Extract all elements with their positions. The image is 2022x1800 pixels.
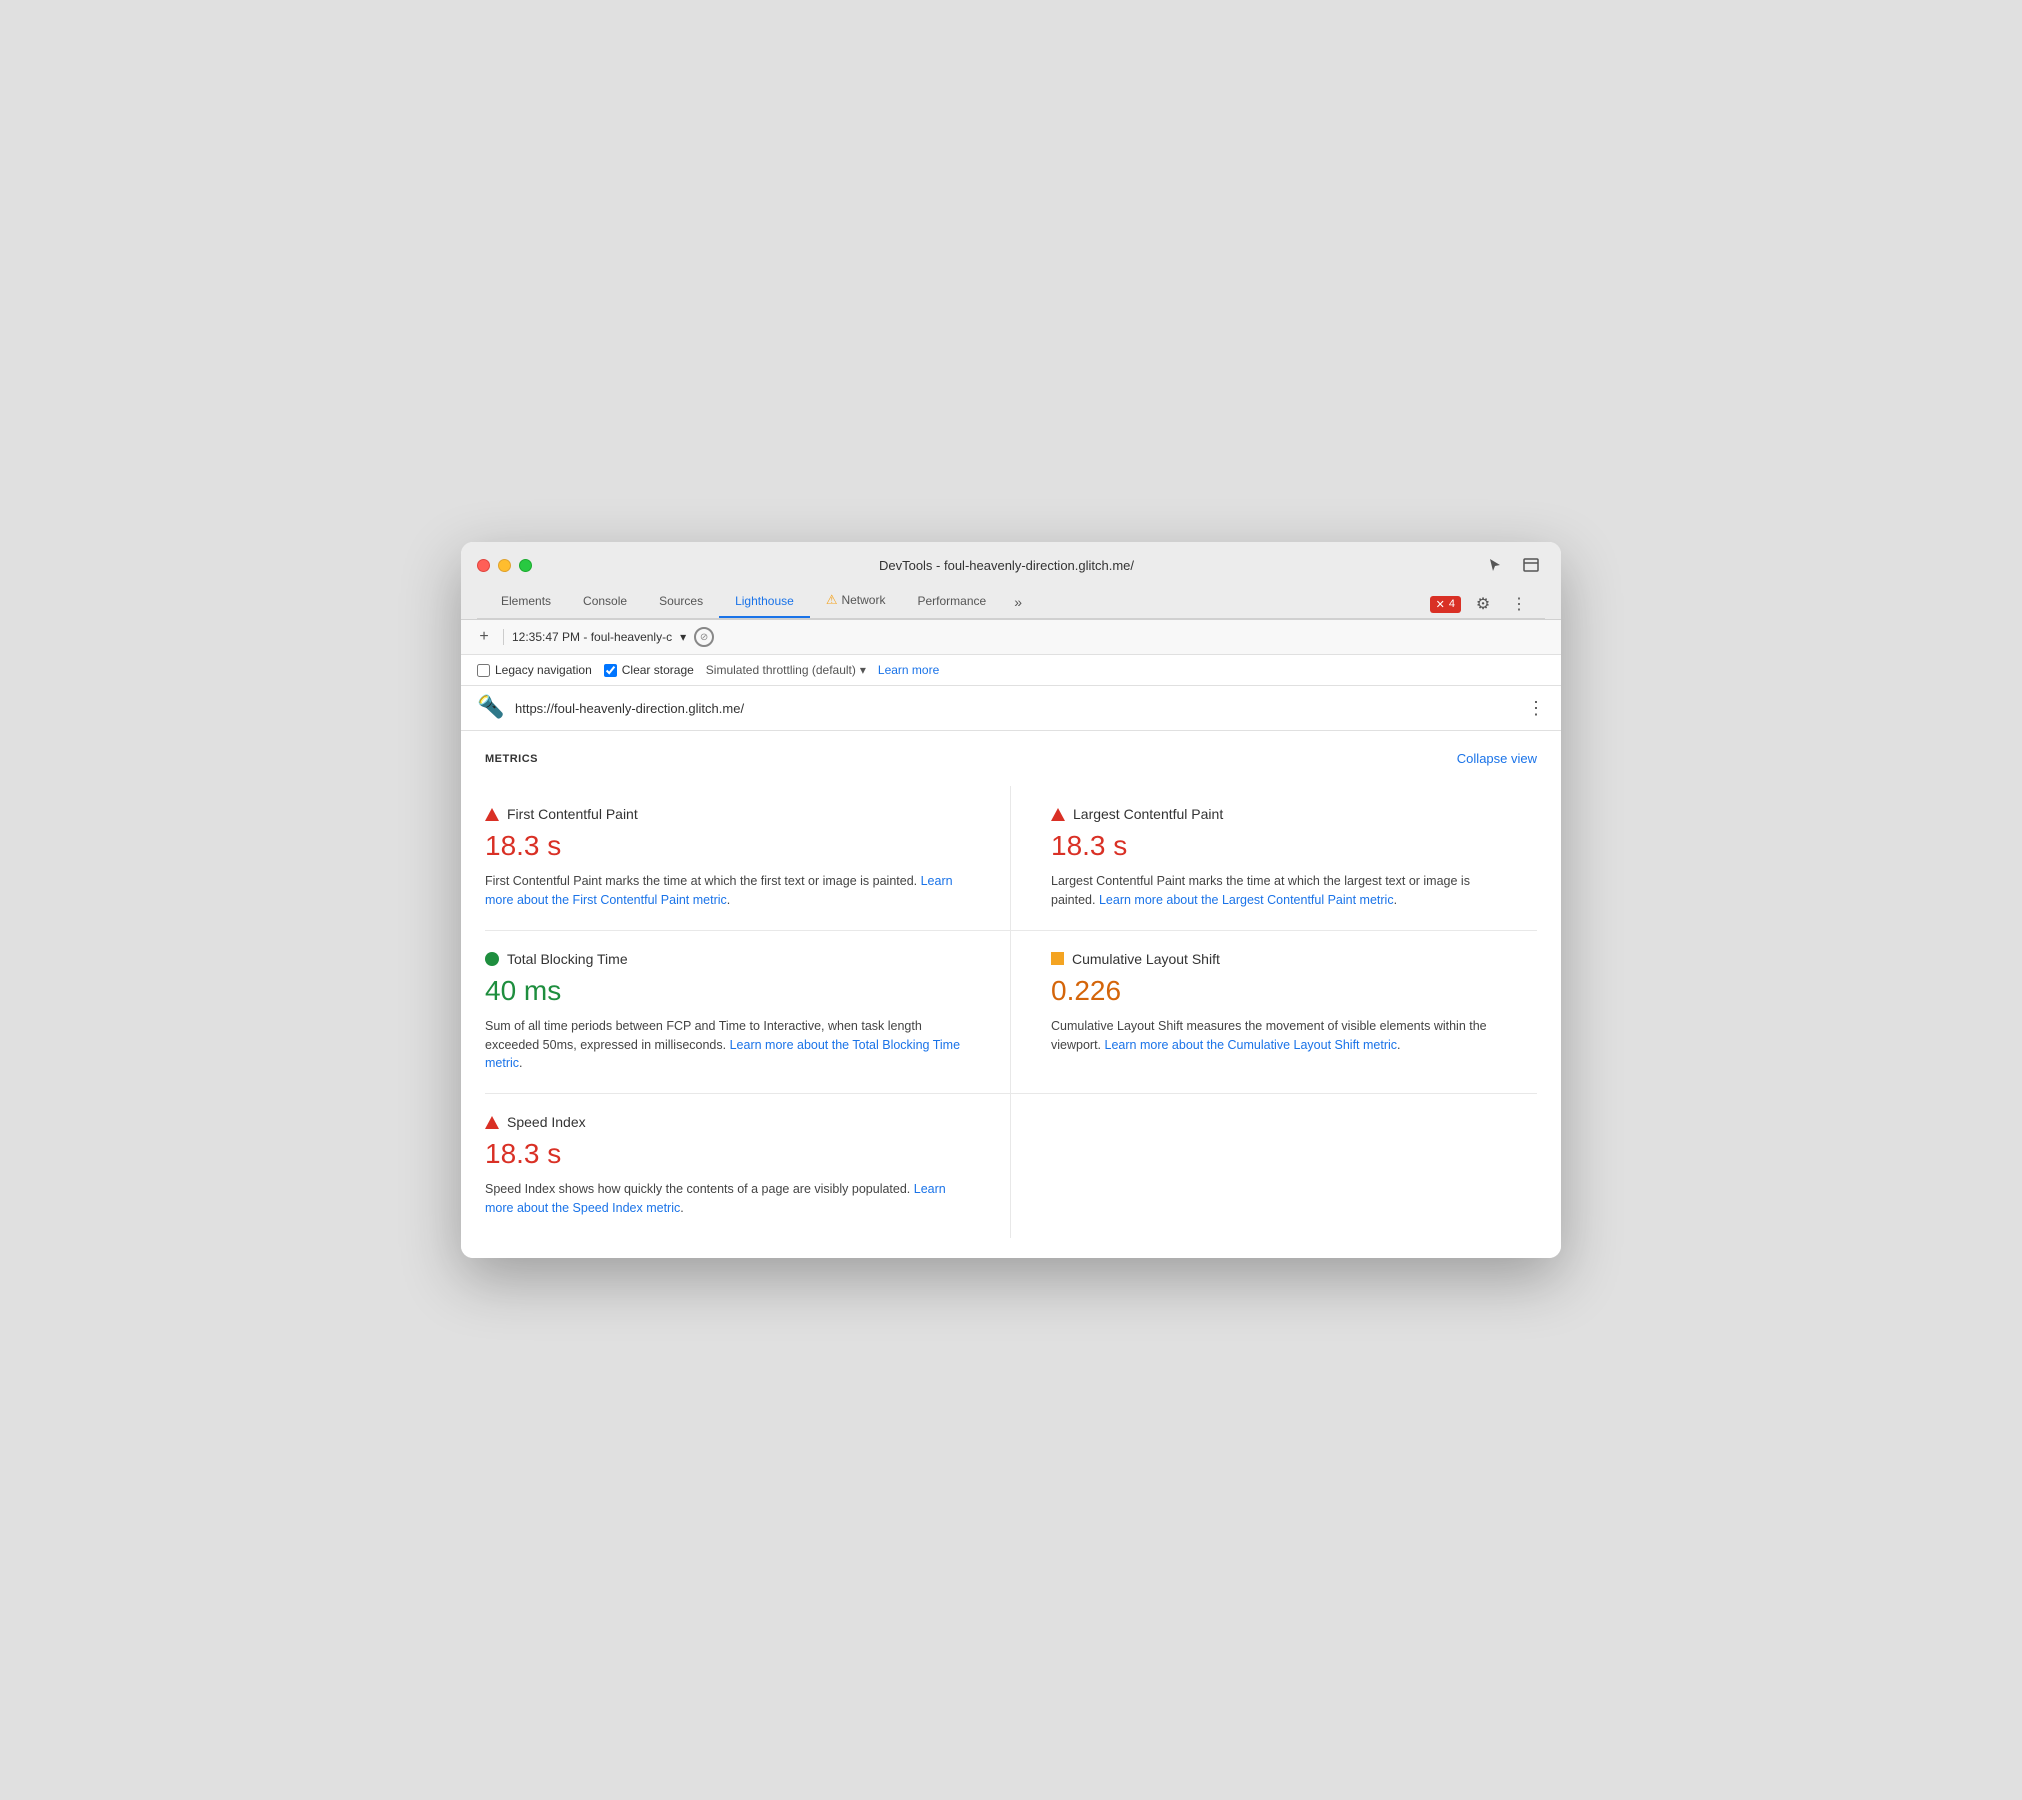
fcp-value: 18.3 s xyxy=(485,830,970,862)
collapse-view-button[interactable]: Collapse view xyxy=(1457,751,1537,766)
url-bar: 🔦 https://foul-heavenly-direction.glitch… xyxy=(461,686,1561,731)
title-bar-icons xyxy=(1481,554,1545,576)
title-bar: DevTools - foul-heavenly-direction.glitc… xyxy=(461,542,1561,620)
clear-storage-label: Clear storage xyxy=(622,663,694,677)
devtools-window: DevTools - foul-heavenly-direction.glitc… xyxy=(461,542,1561,1257)
traffic-lights xyxy=(477,559,532,572)
metric-si: Speed Index 18.3 s Speed Index shows how… xyxy=(485,1094,1011,1238)
lcp-indicator-icon xyxy=(1051,808,1065,821)
nav-tabs: Elements Console Sources Lighthouse ⚠ Ne… xyxy=(477,584,1545,619)
toolbar: + 12:35:47 PM - foul-heavenly-c ▾ ⊘ xyxy=(461,620,1561,655)
metrics-title: METRICS xyxy=(485,753,538,765)
metric-si-header: Speed Index xyxy=(485,1114,970,1130)
block-icon: ⊘ xyxy=(700,632,708,643)
dropdown-arrow: ▾ xyxy=(680,630,686,644)
error-icon: ✕ xyxy=(1436,598,1445,611)
tbt-name: Total Blocking Time xyxy=(507,951,628,967)
legacy-nav-label: Legacy navigation xyxy=(495,663,592,677)
tbt-description: Sum of all time periods between FCP and … xyxy=(485,1017,970,1073)
add-tab-button[interactable]: + xyxy=(473,626,495,648)
tab-network[interactable]: ⚠ Network xyxy=(810,584,902,618)
learn-more-link[interactable]: Learn more xyxy=(878,663,939,677)
metric-lcp: Largest Contentful Paint 18.3 s Largest … xyxy=(1011,786,1537,931)
lcp-name: Largest Contentful Paint xyxy=(1073,806,1223,822)
lighthouse-logo-icon: 🔦 xyxy=(477,694,505,722)
metric-empty xyxy=(1011,1094,1537,1238)
metric-cls: Cumulative Layout Shift 0.226 Cumulative… xyxy=(1011,931,1537,1094)
tab-console[interactable]: Console xyxy=(567,586,643,618)
separator xyxy=(503,629,504,645)
maximize-button[interactable] xyxy=(519,559,532,572)
throttle-dropdown-icon: ▾ xyxy=(860,663,866,677)
url-dropdown[interactable]: ▾ xyxy=(680,630,686,644)
tbt-value: 40 ms xyxy=(485,975,970,1007)
block-button[interactable]: ⊘ xyxy=(694,627,714,647)
lcp-value: 18.3 s xyxy=(1051,830,1513,862)
clear-storage-input[interactable] xyxy=(604,664,617,677)
cursor-icon[interactable] xyxy=(1481,554,1509,576)
throttle-label: Simulated throttling (default) xyxy=(706,663,856,677)
nav-more-button[interactable]: » xyxy=(1002,586,1034,618)
metrics-header: METRICS Collapse view xyxy=(485,751,1537,766)
main-content: METRICS Collapse view First Contentful P… xyxy=(461,731,1561,1257)
legacy-nav-input[interactable] xyxy=(477,664,490,677)
metric-fcp-header: First Contentful Paint xyxy=(485,806,970,822)
cls-description: Cumulative Layout Shift measures the mov… xyxy=(1051,1017,1513,1055)
tab-elements[interactable]: Elements xyxy=(485,586,567,618)
metric-tbt-header: Total Blocking Time xyxy=(485,951,970,967)
tab-sources[interactable]: Sources xyxy=(643,586,719,618)
warning-icon: ⚠ xyxy=(826,592,838,608)
settings-button[interactable]: ⚙ xyxy=(1469,590,1497,618)
fcp-indicator-icon xyxy=(485,808,499,821)
cls-indicator-icon xyxy=(1051,952,1064,965)
time-display: 12:35:47 PM - foul-heavenly-c xyxy=(512,630,672,644)
window-title: DevTools - foul-heavenly-direction.glitc… xyxy=(532,558,1481,573)
cls-value: 0.226 xyxy=(1051,975,1513,1007)
metric-fcp: First Contentful Paint 18.3 s First Cont… xyxy=(485,786,1011,931)
throttle-select[interactable]: Simulated throttling (default) ▾ xyxy=(706,663,866,677)
si-indicator-icon xyxy=(485,1116,499,1129)
options-bar: Legacy navigation Clear storage Simulate… xyxy=(461,655,1561,686)
close-button[interactable] xyxy=(477,559,490,572)
metric-cls-header: Cumulative Layout Shift xyxy=(1051,951,1513,967)
error-count: 4 xyxy=(1449,598,1455,610)
nav-right-controls: ✕ 4 ⚙ ⋮ xyxy=(1430,590,1537,618)
metrics-grid: First Contentful Paint 18.3 s First Cont… xyxy=(485,786,1537,1237)
cls-learn-more-link[interactable]: Learn more about the Cumulative Layout S… xyxy=(1105,1038,1398,1052)
tab-lighthouse[interactable]: Lighthouse xyxy=(719,586,810,618)
more-button[interactable]: ⋮ xyxy=(1505,590,1533,618)
current-url: https://foul-heavenly-direction.glitch.m… xyxy=(515,701,1527,716)
lcp-description: Largest Contentful Paint marks the time … xyxy=(1051,872,1513,910)
si-description: Speed Index shows how quickly the conten… xyxy=(485,1180,970,1218)
si-value: 18.3 s xyxy=(485,1138,970,1170)
tab-performance[interactable]: Performance xyxy=(901,586,1002,618)
error-badge[interactable]: ✕ 4 xyxy=(1430,596,1461,613)
clear-storage-checkbox[interactable]: Clear storage xyxy=(604,663,694,677)
si-name: Speed Index xyxy=(507,1114,586,1130)
metric-lcp-header: Largest Contentful Paint xyxy=(1051,806,1513,822)
lcp-learn-more-link[interactable]: Learn more about the Largest Contentful … xyxy=(1099,893,1394,907)
cls-name: Cumulative Layout Shift xyxy=(1072,951,1220,967)
fcp-description: First Contentful Paint marks the time at… xyxy=(485,872,970,910)
legacy-nav-checkbox[interactable]: Legacy navigation xyxy=(477,663,592,677)
metric-tbt: Total Blocking Time 40 ms Sum of all tim… xyxy=(485,931,1011,1094)
dock-icon[interactable] xyxy=(1517,554,1545,576)
fcp-name: First Contentful Paint xyxy=(507,806,638,822)
tbt-indicator-icon xyxy=(485,952,499,966)
url-more-button[interactable]: ⋮ xyxy=(1527,698,1545,719)
minimize-button[interactable] xyxy=(498,559,511,572)
